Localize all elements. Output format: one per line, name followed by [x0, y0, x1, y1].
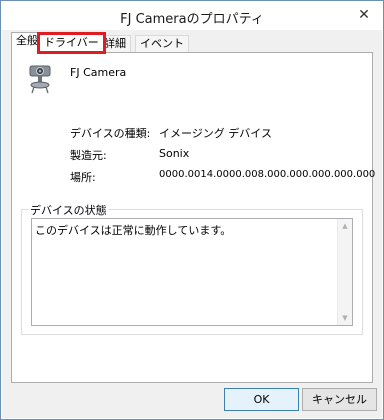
webcam-icon: [26, 63, 54, 95]
close-icon: ✕: [358, 7, 370, 23]
tab-details-label: 詳細: [104, 37, 126, 50]
window-title: FJ Cameraのプロパティ: [120, 12, 264, 27]
location-label: 場所:: [70, 171, 96, 184]
tab-general-label: 全般: [16, 34, 38, 47]
status-scrollbar[interactable]: ▲ ▼: [337, 219, 352, 325]
tab-events[interactable]: イベント: [135, 35, 189, 53]
manufacturer-label: 製造元:: [70, 149, 107, 162]
device-status-legend: デバイスの状態: [28, 202, 109, 218]
properties-window: FJ Cameraのプロパティ ✕ 全般 ドライバー 詳細 イベント FJ Ca…: [0, 0, 384, 420]
dialog-client-area: 全般 ドライバー 詳細 イベント FJ Camera デバイスの種類: イメージ…: [2, 30, 382, 418]
title-bar[interactable]: FJ Cameraのプロパティ ✕: [1, 1, 383, 30]
device-type-label: デバイスの種類:: [70, 127, 151, 140]
device-status-textbox[interactable]: このデバイスは正常に動作しています。 ▲ ▼: [31, 218, 353, 326]
general-tab-panel: FJ Camera デバイスの種類: イメージング デバイス 製造元: Soni…: [11, 52, 376, 383]
tab-driver[interactable]: ドライバー: [37, 32, 106, 54]
scroll-down-icon[interactable]: ▼: [338, 311, 352, 325]
scroll-up-icon[interactable]: ▲: [338, 219, 352, 233]
manufacturer-value: Sonix: [159, 147, 190, 160]
device-status-text: このデバイスは正常に動作しています。: [35, 224, 232, 237]
tab-driver-label: ドライバー: [44, 36, 99, 49]
close-button[interactable]: ✕: [354, 6, 374, 24]
device-status-group: デバイスの状態 このデバイスは正常に動作しています。 ▲ ▼: [21, 202, 363, 335]
device-name: FJ Camera: [70, 66, 127, 79]
ok-button[interactable]: OK: [224, 388, 299, 411]
device-type-value: イメージング デバイス: [159, 127, 272, 140]
location-value: 0000.0014.0000.008.000.000.000.000.000: [159, 169, 376, 180]
tab-events-label: イベント: [140, 37, 184, 50]
tab-details[interactable]: 詳細: [99, 35, 131, 53]
cancel-button[interactable]: キャンセル: [302, 388, 377, 411]
